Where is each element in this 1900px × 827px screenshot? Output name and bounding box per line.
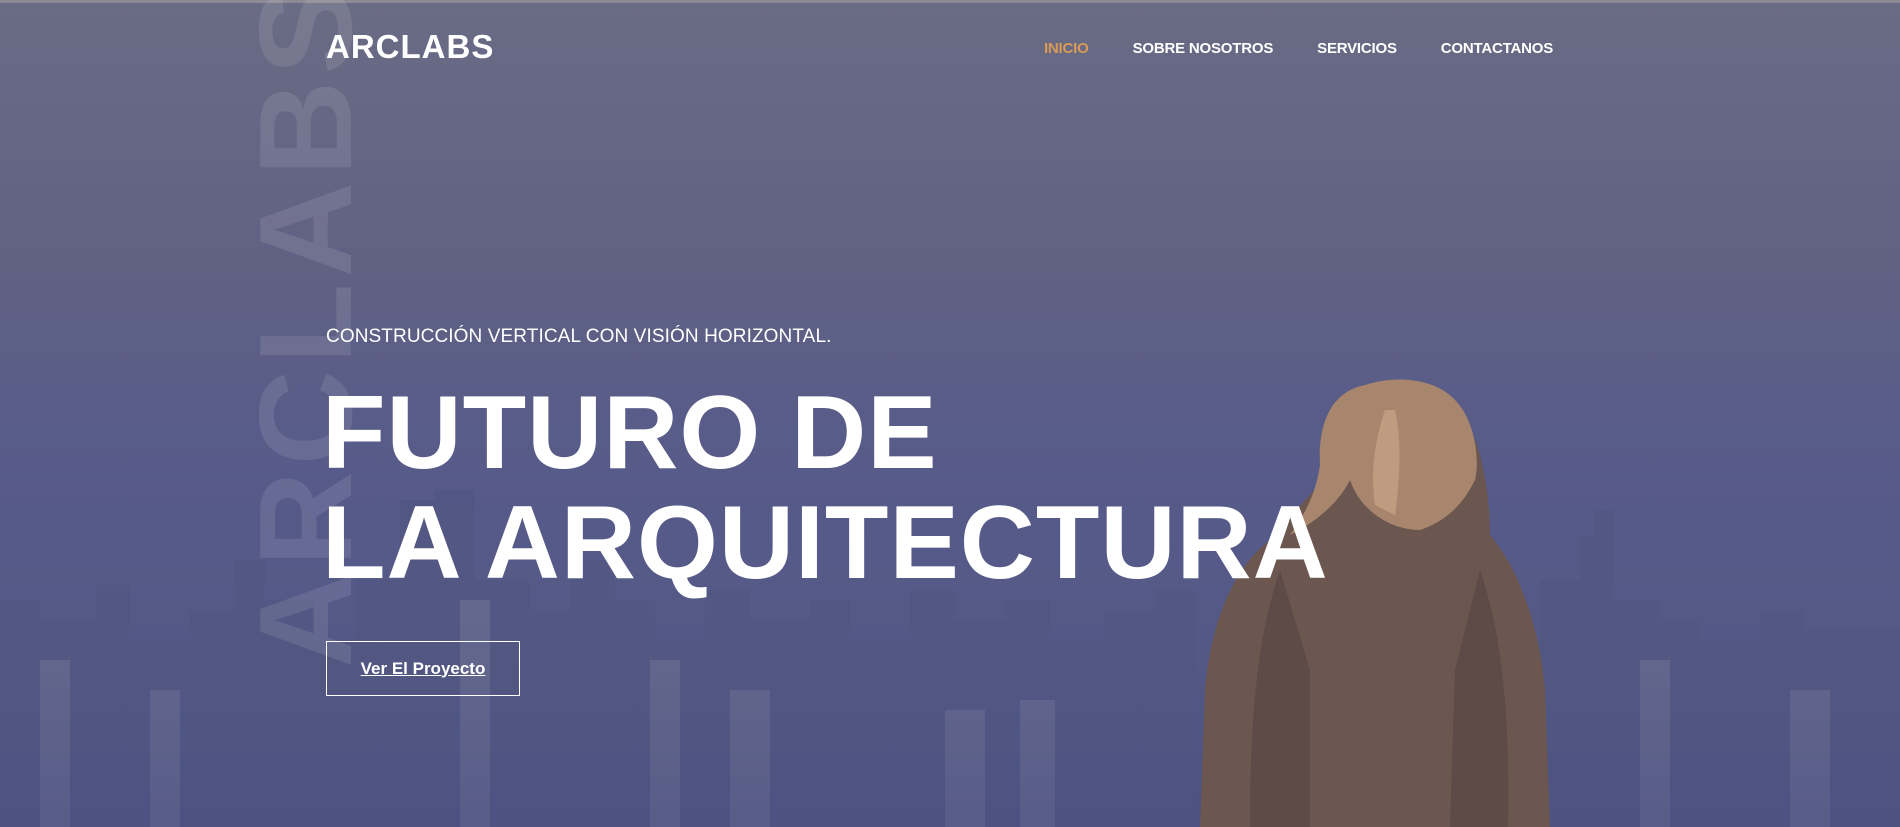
- hero-headline-line-1: FUTURO DE: [322, 375, 938, 491]
- nav-link-sobre-nosotros[interactable]: SOBRE NOSOTROS: [1133, 40, 1274, 57]
- nav-item-servicios: SERVICIOS: [1317, 40, 1397, 58]
- navbar: ARCLABS INICIO SOBRE NOSOTROS SERVICIOS …: [0, 0, 1900, 100]
- hero-tagline: CONSTRUCCIÓN VERTICAL CON VISIÓN HORIZON…: [326, 326, 832, 347]
- nav-link-inicio[interactable]: INICIO: [1044, 40, 1089, 57]
- nav-item-inicio: INICIO: [1044, 40, 1089, 58]
- nav-menu: INICIO SOBRE NOSOTROS SERVICIOS CONTACTA…: [1044, 40, 1553, 58]
- hero-headline-line-2: LA ARQUITECTURA: [322, 485, 1329, 601]
- hero-section: ARCLABS ARCLABS INICIO SOBRE NOSOTROS SE…: [0, 0, 1900, 827]
- logo[interactable]: ARCLABS: [326, 30, 494, 63]
- nav-item-contactanos: CONTACTANOS: [1441, 40, 1553, 58]
- hero-headline: FUTURO DE LA ARQUITECTURA: [322, 378, 1329, 598]
- view-project-button[interactable]: Ver El Proyecto: [326, 641, 520, 696]
- nav-link-contactanos[interactable]: CONTACTANOS: [1441, 40, 1553, 57]
- nav-item-sobre-nosotros: SOBRE NOSOTROS: [1133, 40, 1274, 58]
- nav-link-servicios[interactable]: SERVICIOS: [1317, 40, 1397, 57]
